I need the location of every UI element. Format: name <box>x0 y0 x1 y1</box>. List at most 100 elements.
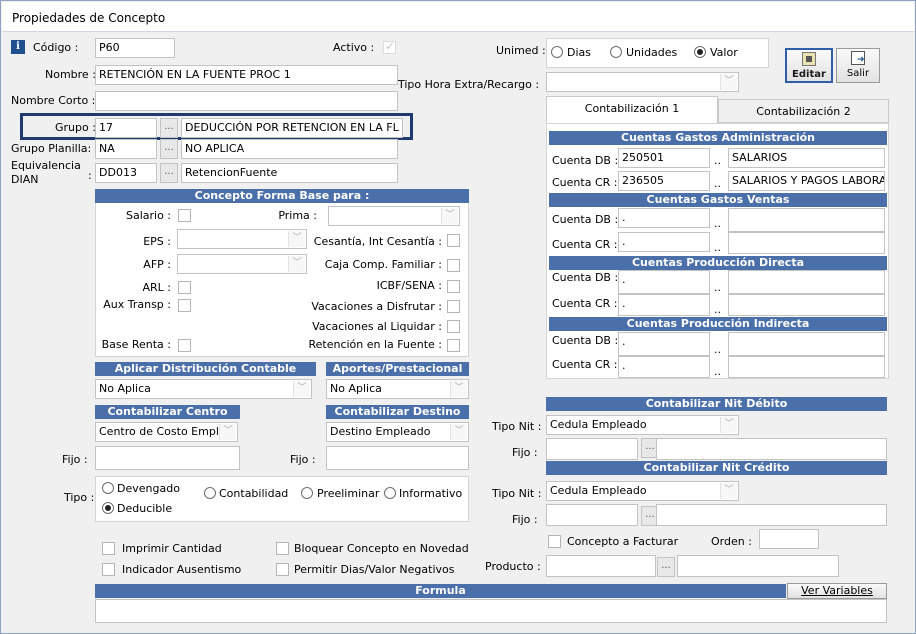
prod-indirecta-cr-name[interactable] <box>728 356 885 378</box>
caja-checkbox[interactable] <box>447 259 460 272</box>
nit-credito-tipo-select[interactable]: Cedula Empleado ﹀ <box>546 481 739 501</box>
salario-checkbox[interactable] <box>178 209 191 222</box>
fijo-destino-input[interactable] <box>326 446 469 470</box>
permitir-checkbox[interactable] <box>276 563 289 576</box>
destino-header: Contabilizar Destino <box>326 405 469 419</box>
tipo-hora-select[interactable]: ﹀ <box>546 72 739 92</box>
editar-button[interactable]: Editar <box>785 48 833 83</box>
salir-button[interactable]: ➜ Salir <box>836 48 880 83</box>
admin-db-name[interactable]: SALARIOS <box>728 148 885 168</box>
grupo-planilla-label: Grupo Planilla: <box>11 142 92 155</box>
orden-input[interactable] <box>759 529 819 549</box>
base-renta-checkbox[interactable] <box>178 339 191 352</box>
devengado-radio[interactable] <box>102 482 114 494</box>
nit-credito-tipo-label: Tipo Nit : <box>492 487 542 500</box>
grupo-planilla-desc[interactable]: NO APLICA <box>181 139 398 159</box>
unimed-label: Unimed : <box>496 44 546 57</box>
ver-variables-button[interactable]: Ver Variables <box>787 583 887 599</box>
prod-directa-db-name[interactable] <box>728 270 885 294</box>
ventas-db-name[interactable] <box>728 208 885 232</box>
equivalencia-browse-button[interactable]: ... <box>160 163 178 183</box>
vac-disfrutar-checkbox[interactable] <box>447 300 460 313</box>
cesantia-checkbox[interactable] <box>447 234 460 247</box>
grupo-planilla-browse-button[interactable]: ... <box>160 139 178 159</box>
tab-contabilizacion-1[interactable]: Contabilización 1 <box>546 96 718 123</box>
aportes-select[interactable]: No Aplica ﹀ <box>326 379 469 399</box>
deducible-radio[interactable] <box>102 502 114 514</box>
nombre-input[interactable]: RETENCIÓN EN LA FUENTE PROC 1 <box>95 65 398 85</box>
chevron-down-icon: ﹀ <box>720 74 737 90</box>
retencion-checkbox[interactable] <box>447 339 460 352</box>
admin-cr-name[interactable]: SALARIOS Y PAGOS LABORA <box>728 171 885 191</box>
nit-debito-fijo-code[interactable] <box>546 438 638 460</box>
imprimir-label: Imprimir Cantidad <box>122 542 222 555</box>
grupo-browse-button[interactable]: ... <box>160 118 178 138</box>
tab-contabilizacion-2[interactable]: Contabilización 2 <box>718 99 889 123</box>
codigo-input[interactable]: P60 <box>95 38 175 58</box>
tipo-hora-label: Tipo Hora Extra/Recargo : <box>398 78 540 91</box>
formula-input[interactable] <box>95 599 887 623</box>
equivalencia-code[interactable]: DD013 <box>95 163 157 183</box>
unidades-radio[interactable] <box>610 46 622 58</box>
aux-transp-checkbox[interactable] <box>178 299 191 312</box>
grupo-planilla-code[interactable]: NA <box>95 139 157 159</box>
ventas-cr-code[interactable]: . <box>618 232 710 252</box>
prod-indirecta-db-code[interactable]: . <box>618 332 710 356</box>
producto-name[interactable] <box>677 555 839 577</box>
admin-cr-code[interactable]: 236505 <box>618 171 710 191</box>
centro-select[interactable]: Centro de Costo Emple ﹀ <box>95 422 238 442</box>
nit-debito-tipo-select[interactable]: Cedula Empleado ﹀ <box>546 415 739 435</box>
fijo-centro-input[interactable] <box>95 446 240 470</box>
prod-directa-cr-name[interactable] <box>728 294 885 316</box>
afp-select[interactable]: ﹀ <box>177 254 307 274</box>
eps-select[interactable]: ﹀ <box>177 229 307 249</box>
facturar-checkbox[interactable] <box>548 535 561 548</box>
ausentismo-checkbox[interactable] <box>102 563 115 576</box>
fijo-centro-label: Fijo : <box>62 453 88 466</box>
contabilidad-radio[interactable] <box>204 487 216 499</box>
grupo-code-input[interactable]: 17 <box>95 118 157 138</box>
info-icon[interactable]: i <box>11 40 25 54</box>
activo-checkbox[interactable]: ✓ <box>383 39 396 54</box>
prima-select[interactable]: ﹀ <box>328 206 460 226</box>
fijo-destino-label: Fijo : <box>290 453 316 466</box>
valor-radio[interactable] <box>694 46 706 58</box>
prod-directa-db-sep: .. <box>714 281 721 294</box>
prod-directa-cr-code[interactable]: . <box>618 294 710 316</box>
distribucion-select[interactable]: No Aplica ﹀ <box>95 379 312 399</box>
producto-code[interactable] <box>546 555 656 577</box>
bloquear-label: Bloquear Concepto en Novedad <box>294 542 469 555</box>
arl-checkbox[interactable] <box>178 281 191 294</box>
admin-db-code[interactable]: 250501 <box>618 148 710 168</box>
preeliminar-radio[interactable] <box>301 487 313 499</box>
admin-cr-sep: .. <box>714 177 721 190</box>
editar-label: Editar <box>792 69 826 80</box>
grupo-desc-input[interactable]: DEDUCCIÓN POR RETENCION EN LA FL <box>181 118 403 138</box>
equivalencia-desc[interactable]: RetencionFuente <box>181 163 398 183</box>
prod-indirecta-cr-code[interactable]: . <box>618 356 710 378</box>
imprimir-checkbox[interactable] <box>102 542 115 555</box>
nit-debito-fijo-name[interactable] <box>656 438 887 460</box>
nombre-corto-input[interactable] <box>95 91 398 111</box>
salario-label: Salario : <box>125 209 171 222</box>
nit-credito-fijo-code[interactable] <box>546 504 638 526</box>
nit-credito-fijo-name[interactable] <box>656 504 887 526</box>
informativo-radio[interactable] <box>384 487 396 499</box>
vac-liquidar-checkbox[interactable] <box>447 320 460 333</box>
ventas-db-code[interactable]: . <box>618 208 710 228</box>
prod-indirecta-db-name[interactable] <box>728 332 885 356</box>
admin-header: Cuentas Gastos Administración <box>549 131 887 145</box>
nit-credito-header: Contabilizar Nit Crédito <box>546 461 887 475</box>
bloquear-checkbox[interactable] <box>276 542 289 555</box>
dias-radio[interactable] <box>551 46 563 58</box>
prod-directa-db-code[interactable]: . <box>618 270 710 294</box>
destino-select[interactable]: Destino Empleado ﹀ <box>326 422 469 442</box>
chevron-down-icon: ﹀ <box>293 381 310 397</box>
ventas-header: Cuentas Gastos Ventas <box>549 193 887 207</box>
eps-label: EPS : <box>143 235 171 248</box>
ventas-cr-name[interactable] <box>728 232 885 254</box>
dias-label: Dias <box>567 46 591 59</box>
producto-browse-button[interactable]: ... <box>657 557 675 577</box>
admin-db-label: Cuenta DB : <box>552 154 619 167</box>
icbf-checkbox[interactable] <box>447 280 460 293</box>
